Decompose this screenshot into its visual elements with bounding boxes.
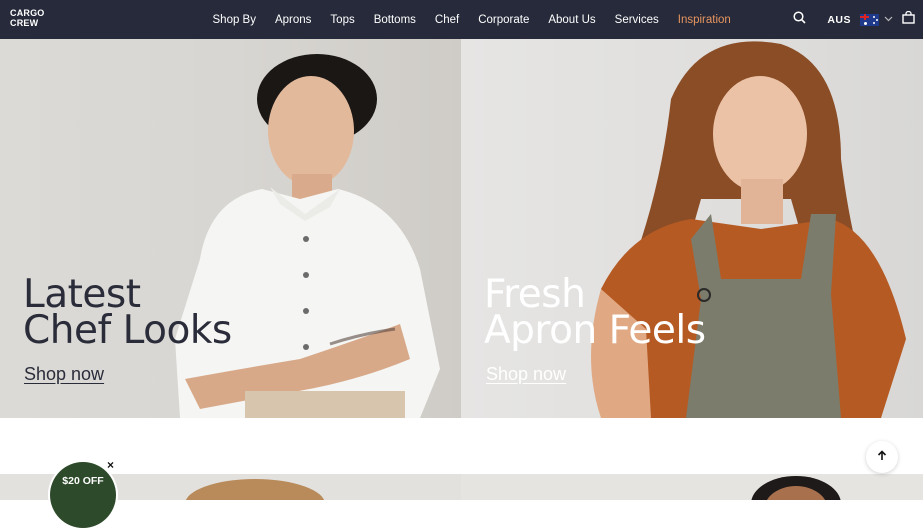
country-selector-label[interactable]: AUS [827, 14, 851, 26]
shop-now-chef-link[interactable]: Shop now [24, 364, 104, 385]
brand-logo[interactable]: CARGO CREW [10, 8, 45, 28]
nav-item-chef[interactable]: Chef [425, 14, 468, 26]
nav-item-services[interactable]: Services [605, 14, 668, 26]
close-icon[interactable]: × [107, 458, 114, 472]
apron-model-image [591, 41, 906, 418]
section2-right-image [461, 474, 923, 500]
nav-item-tops[interactable]: Tops [321, 14, 364, 26]
hero-chef-looks[interactable]: Latest Chef Looks Shop now [0, 39, 461, 418]
main-menu: Shop By Aprons Tops Bottoms Chef Corpora… [203, 0, 740, 39]
arrow-up-icon [877, 448, 887, 466]
hero-left-line2: Chef Looks [23, 308, 232, 353]
nav-actions: AUS [793, 0, 915, 39]
logo-line-1: CARGO [10, 8, 45, 18]
chef-model-image [175, 54, 440, 418]
flag-au-icon[interactable] [860, 13, 879, 26]
bag-icon[interactable] [902, 10, 915, 29]
hero-right-line2: Apron Feels [484, 308, 706, 353]
hero-apron-feels[interactable]: Fresh Apron Feels Shop now [461, 39, 923, 418]
back-to-top-button[interactable] [866, 441, 898, 473]
top-nav: CARGO CREW Shop By Aprons Tops Bottoms C… [0, 0, 923, 39]
logo-line-2: CREW [10, 18, 39, 28]
nav-item-bottoms[interactable]: Bottoms [364, 14, 425, 26]
shop-now-apron-link[interactable]: Shop now [486, 364, 566, 385]
nav-item-about-us[interactable]: About Us [539, 14, 605, 26]
chevron-down-icon[interactable] [884, 14, 893, 25]
nav-item-shop-by[interactable]: Shop By [203, 14, 265, 26]
nav-item-aprons[interactable]: Aprons [265, 14, 320, 26]
hero-left-headline: Latest Chef Looks [23, 275, 232, 353]
hero-right-headline: Fresh Apron Feels [484, 275, 706, 353]
search-icon[interactable] [793, 10, 806, 29]
nav-item-inspiration[interactable]: Inspiration [668, 14, 740, 26]
nav-item-corporate[interactable]: Corporate [469, 14, 539, 26]
